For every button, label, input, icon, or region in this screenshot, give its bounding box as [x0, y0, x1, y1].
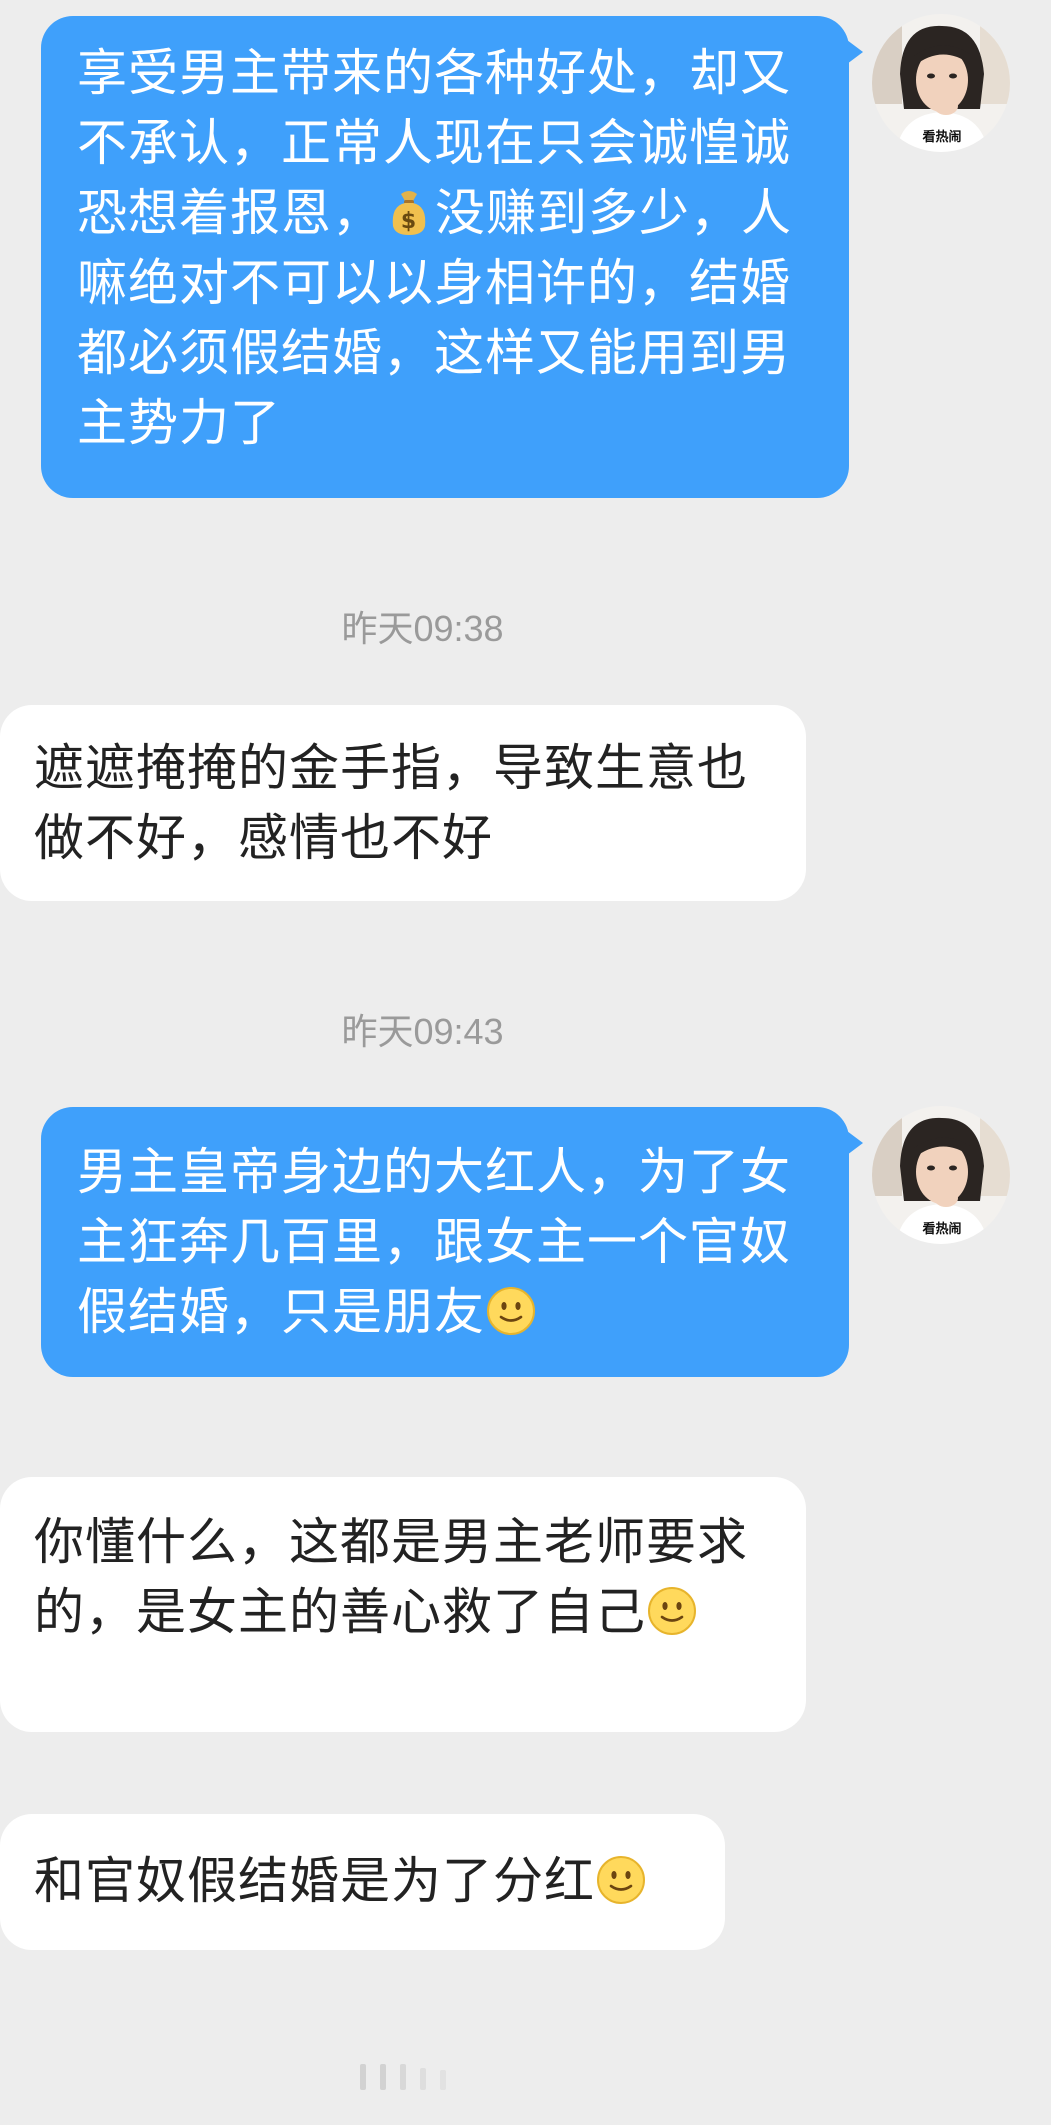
message-timestamp: 昨天09:43	[341, 1011, 504, 1052]
avatar-caption: 看热闹	[922, 129, 961, 145]
money-bag-icon: $	[392, 191, 426, 235]
incoming-message-bubble[interactable]: 和官奴假结婚是为了分红	[0, 1814, 725, 1950]
avatar[interactable]: 看热闹	[872, 14, 1010, 152]
message-text: 和官奴假结婚是为了分红	[34, 1852, 595, 1910]
avatar-caption: 看热闹	[922, 1221, 961, 1237]
watermark-mark	[360, 2064, 446, 2090]
avatar-image: 看热闹	[872, 14, 1010, 152]
incoming-message-bubble[interactable]: 你懂什么，这都是男主老师要求的，是女主的善心救了自己	[0, 1477, 806, 1732]
slight-smile-icon	[487, 1287, 535, 1335]
incoming-message-bubble[interactable]: 遮遮掩掩的金手指，导致生意也做不好，感情也不好	[0, 705, 806, 901]
message-text: 你懂什么，这都是男主老师要求的，是女主的善心救了自己	[34, 1513, 748, 1641]
avatar-image: 看热闹	[872, 1106, 1010, 1244]
slight-smile-icon	[597, 1856, 645, 1904]
message-text: 男主皇帝身边的大红人，为了女主狂奔几百里，跟女主一个官奴假结婚，只是朋友	[77, 1143, 791, 1341]
outgoing-message-bubble[interactable]: 男主皇帝身边的大红人，为了女主狂奔几百里，跟女主一个官奴假结婚，只是朋友	[41, 1107, 863, 1377]
message-text: 遮遮掩掩的金手指，导致生意也做不好，感情也不好	[34, 739, 748, 867]
chat-conversation: 享受男主带来的各种好处，却又不承认，正常人现在只会诚惶诚恐想着报恩， $ 没赚到…	[0, 0, 1051, 2125]
outgoing-message-bubble[interactable]: 享受男主带来的各种好处，却又不承认，正常人现在只会诚惶诚恐想着报恩， $ 没赚到…	[41, 16, 863, 498]
message-timestamp: 昨天09:38	[341, 608, 504, 649]
avatar[interactable]: 看热闹	[872, 1106, 1010, 1244]
slight-smile-icon	[648, 1587, 696, 1635]
svg-text:$: $	[401, 209, 417, 234]
